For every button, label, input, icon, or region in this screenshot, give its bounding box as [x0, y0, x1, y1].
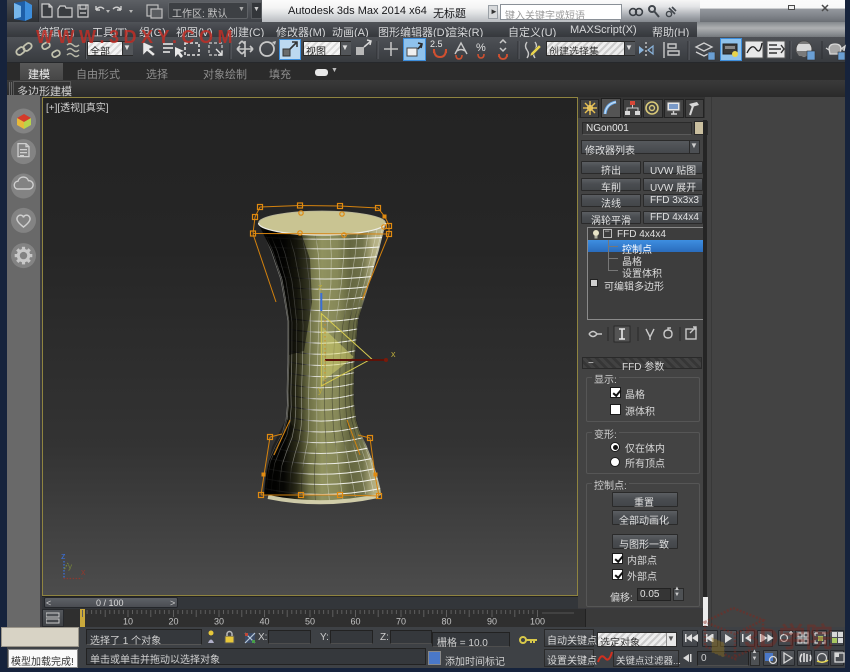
svg-text:40: 40 — [259, 617, 269, 627]
svg-text:z: z — [318, 282, 323, 292]
svg-text:y: y — [68, 562, 72, 571]
svg-text:100: 100 — [530, 617, 545, 627]
svg-text:60: 60 — [350, 617, 360, 627]
svg-text:y: y — [318, 385, 323, 395]
svg-text:10: 10 — [123, 617, 133, 627]
svg-text:20: 20 — [168, 617, 178, 627]
svg-text:x: x — [391, 349, 396, 359]
svg-text:3D学院: 3D学院 — [744, 622, 833, 653]
svg-text:70: 70 — [396, 617, 406, 627]
svg-text:%: % — [476, 42, 486, 54]
svg-text:30: 30 — [214, 617, 224, 627]
svg-text:50: 50 — [305, 617, 315, 627]
svg-text:z: z — [61, 551, 66, 561]
svg-text:90: 90 — [487, 617, 497, 627]
svg-text:80: 80 — [441, 617, 451, 627]
svg-text:x: x — [81, 567, 86, 577]
